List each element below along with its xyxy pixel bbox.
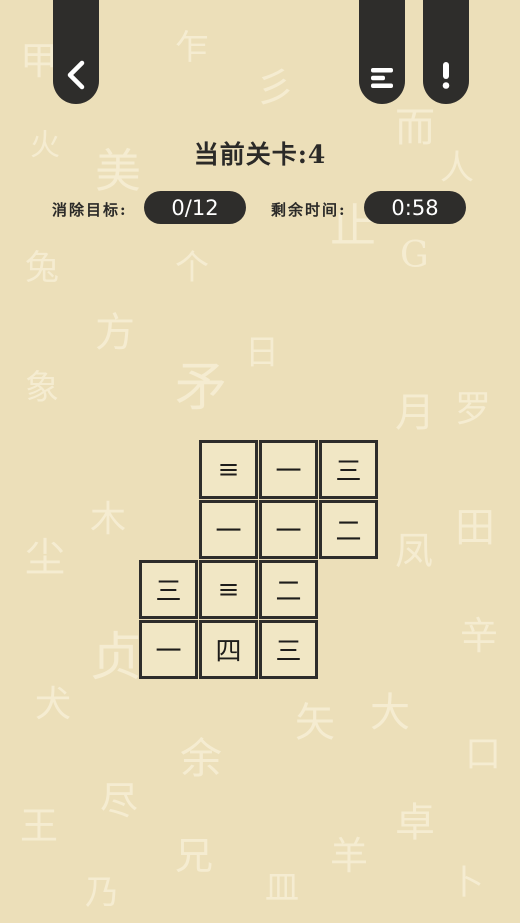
board-tile[interactable]: 一 bbox=[199, 500, 258, 559]
menu-icon bbox=[371, 68, 393, 88]
board-tile[interactable]: 四 bbox=[199, 620, 258, 679]
board-tile[interactable]: 二 bbox=[259, 560, 318, 619]
goal-counter: 0/12 bbox=[144, 191, 246, 224]
board-tile[interactable]: ≡ bbox=[199, 440, 258, 499]
board-tile[interactable]: ≡ bbox=[199, 560, 258, 619]
back-button[interactable] bbox=[53, 0, 99, 104]
board-tile[interactable]: 一 bbox=[139, 620, 198, 679]
board-tile[interactable]: 一 bbox=[259, 500, 318, 559]
board-tile[interactable]: 三 bbox=[259, 620, 318, 679]
exclamation-icon bbox=[442, 62, 450, 89]
board-tile[interactable]: 二 bbox=[319, 500, 378, 559]
time-label: 剩余时间: bbox=[271, 201, 347, 219]
goal-label: 消除目标: bbox=[52, 201, 128, 219]
board-tile[interactable]: 一 bbox=[259, 440, 318, 499]
board-tile[interactable]: 三 bbox=[319, 440, 378, 499]
chevron-left-icon bbox=[67, 60, 85, 90]
menu-button[interactable] bbox=[359, 0, 405, 104]
level-title: 当前关卡:4 bbox=[193, 140, 327, 169]
timer-display: 0:58 bbox=[364, 191, 466, 224]
board-tile[interactable]: 三 bbox=[139, 560, 198, 619]
info-button[interactable] bbox=[423, 0, 469, 104]
